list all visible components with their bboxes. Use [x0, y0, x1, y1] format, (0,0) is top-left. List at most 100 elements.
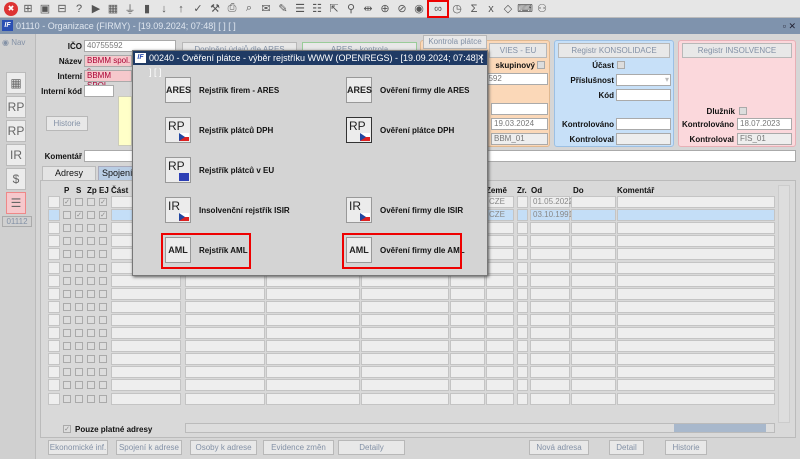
table-cell[interactable] — [517, 287, 528, 300]
table-cell[interactable] — [486, 287, 514, 300]
table-cell[interactable] — [571, 196, 616, 208]
compass-icon[interactable]: ⊘ — [395, 2, 409, 16]
registry-label[interactable]: Ověření plátce DPH — [380, 126, 454, 135]
table-cell[interactable] — [450, 366, 485, 379]
table-cell[interactable] — [530, 353, 570, 366]
checkbox-p[interactable] — [63, 237, 71, 246]
prislusnost-select[interactable]: ▾ — [616, 74, 671, 86]
checkbox-s[interactable] — [75, 263, 83, 272]
table-cell[interactable] — [517, 379, 528, 392]
split-icon[interactable]: ⇹ — [361, 2, 375, 16]
table-cell[interactable] — [361, 327, 449, 339]
table-cell[interactable] — [517, 313, 528, 326]
table-cell[interactable] — [48, 379, 60, 392]
table-cell[interactable] — [571, 235, 616, 248]
table-cell[interactable] — [111, 340, 181, 353]
table-cell[interactable] — [571, 379, 616, 392]
rp-registry-button[interactable]: RP — [165, 117, 191, 143]
window-controls-icon[interactable]: ▫ ✕ — [783, 18, 796, 34]
vies-d-field[interactable] — [491, 103, 548, 115]
remove-icon[interactable]: ⊟ — [55, 2, 69, 16]
check-icon[interactable]: ✓ — [191, 2, 205, 16]
table-cell[interactable] — [450, 340, 485, 353]
table-cell[interactable] — [450, 300, 485, 313]
checkbox-ej[interactable] — [99, 329, 107, 337]
checkbox-s[interactable] — [75, 237, 83, 246]
table-cell[interactable] — [111, 379, 181, 392]
print-preview-icon[interactable]: ⌕ — [242, 2, 256, 16]
table-cell[interactable] — [486, 379, 514, 392]
checkbox-s[interactable] — [75, 355, 83, 364]
table-cell[interactable] — [571, 222, 616, 235]
table-cell[interactable] — [530, 379, 570, 392]
insolvence-button[interactable]: Registr INSOLVENCE — [682, 43, 792, 58]
table-cell[interactable] — [530, 366, 570, 379]
table-cell[interactable] — [450, 287, 485, 300]
table-cell[interactable] — [486, 248, 514, 261]
kons-kontrolovano-field[interactable] — [616, 118, 671, 130]
table-cell[interactable] — [48, 261, 60, 274]
table-cell[interactable] — [185, 274, 265, 287]
table-cell[interactable] — [48, 340, 60, 353]
table-cell[interactable] — [517, 196, 528, 208]
vies-kontroloval-field[interactable]: BBM_01 — [491, 133, 548, 145]
dluznik-checkbox[interactable] — [739, 107, 747, 115]
table-cell[interactable] — [617, 313, 775, 326]
checkbox-s[interactable] — [75, 224, 83, 233]
checkbox-ej[interactable] — [99, 224, 107, 233]
checkbox-p[interactable] — [63, 381, 71, 390]
bottom-button-2[interactable]: Osoby k adrese — [190, 440, 257, 455]
table-cell[interactable] — [185, 353, 265, 366]
checkbox-zp[interactable] — [87, 302, 95, 311]
table-cell[interactable] — [185, 340, 265, 353]
table-cell[interactable] — [450, 353, 485, 366]
checkbox-s[interactable] — [75, 302, 83, 311]
export-icon[interactable]: ⇱ — [327, 2, 341, 16]
table-cell[interactable] — [517, 353, 528, 366]
ir-registry-button[interactable]: IR — [165, 197, 191, 223]
close-icon[interactable]: ✖ — [4, 1, 18, 16]
table-cell[interactable] — [517, 340, 528, 353]
checkbox-ej[interactable]: ✓ — [99, 198, 107, 206]
table-cell[interactable] — [48, 235, 60, 248]
table-cell[interactable] — [111, 327, 181, 339]
table-cell[interactable] — [48, 313, 60, 326]
table-cell[interactable] — [517, 248, 528, 261]
checkbox-s[interactable] — [75, 368, 83, 377]
checkbox-p[interactable] — [63, 224, 71, 233]
table-cell[interactable] — [450, 274, 485, 287]
vies-button[interactable]: VIES - EU — [489, 43, 547, 58]
registry-label[interactable]: Rejstřík plátců DPH — [199, 126, 273, 135]
table-cell[interactable] — [517, 366, 528, 379]
table-cell[interactable] — [617, 235, 775, 248]
table-cell[interactable] — [111, 353, 181, 366]
checkbox-zp[interactable] — [87, 263, 95, 272]
table-cell[interactable] — [617, 196, 775, 208]
table-cell[interactable] — [517, 222, 528, 235]
print-icon[interactable]: ⎙ — [225, 2, 239, 16]
table-cell[interactable] — [571, 340, 616, 353]
table-cell[interactable]: CZE — [486, 196, 514, 208]
table-cell[interactable] — [617, 300, 775, 313]
table-cell[interactable] — [361, 287, 449, 300]
table-cell[interactable] — [571, 300, 616, 313]
table-cell[interactable] — [486, 235, 514, 248]
checkbox-zp[interactable] — [87, 355, 95, 364]
table-cell[interactable] — [517, 392, 528, 405]
kod-field[interactable] — [616, 89, 671, 101]
table-cell[interactable] — [486, 340, 514, 353]
table-cell[interactable] — [48, 209, 60, 222]
checkbox-ej[interactable] — [99, 394, 107, 403]
vies-kontrolovano-field[interactable]: 19.03.2024 — [491, 118, 548, 130]
table-cell[interactable] — [530, 235, 570, 248]
table-cell[interactable] — [48, 353, 60, 366]
table-cell[interactable] — [266, 379, 360, 392]
table-cell[interactable] — [517, 235, 528, 248]
ir-icon[interactable]: IR — [6, 144, 26, 166]
table-cell[interactable]: 01.05.2022 — [530, 196, 573, 208]
checkbox-ej[interactable] — [99, 342, 107, 351]
checkbox-s[interactable] — [75, 198, 83, 206]
checkbox-ej[interactable] — [99, 381, 107, 390]
checkbox-zp[interactable] — [87, 237, 95, 246]
rp-eu-icon[interactable]: RP — [6, 120, 26, 142]
